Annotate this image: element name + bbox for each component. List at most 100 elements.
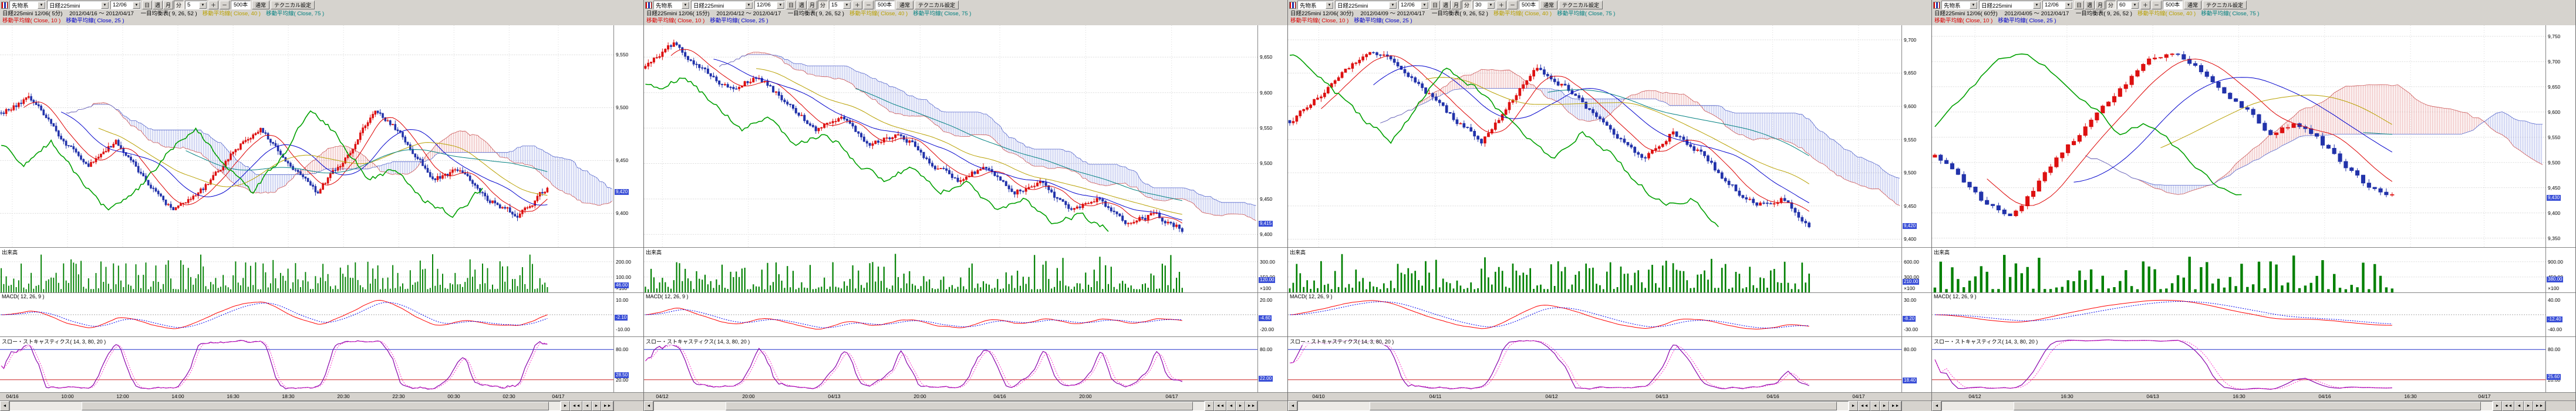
chevron-down-icon[interactable]: ▼ — [133, 2, 140, 9]
fast-left-button[interactable]: ◄◄ — [1858, 401, 1870, 411]
bars-count-box[interactable]: 500本 — [875, 1, 895, 9]
technical-settings-button[interactable]: テクニカル設定 — [2203, 1, 2247, 9]
normal-view-button[interactable]: 通常 — [2184, 1, 2201, 9]
bars-count-box[interactable]: 500本 — [2163, 1, 2183, 9]
contract-month-select[interactable]: 12/06 ▼ — [754, 1, 785, 9]
zoom-in-button[interactable]: ＋ — [1496, 1, 1506, 9]
instrument-category-select[interactable]: 先物系 ▼ — [653, 1, 690, 9]
fast-left-button[interactable]: ◄◄ — [2502, 401, 2514, 411]
zoom-out-button[interactable]: － — [864, 1, 874, 9]
stochastics-pane[interactable]: スロー・ストキャスティクス( 14, 3, 80, 20 ) 80.0020.0… — [0, 337, 643, 393]
scrollbar-track[interactable] — [1941, 401, 2493, 411]
step-left-button[interactable]: ◄ — [582, 401, 592, 411]
zoom-out-button[interactable]: － — [1508, 1, 1518, 9]
scrollbar-thumb[interactable] — [1370, 402, 1837, 410]
fast-right-button[interactable]: ►► — [2533, 401, 2545, 411]
chevron-down-icon[interactable]: ▼ — [1389, 2, 1397, 9]
scroll-left-button[interactable]: ◄ — [644, 401, 653, 411]
scrollbar-track[interactable] — [1297, 401, 1849, 411]
scrollbar-track[interactable] — [9, 401, 561, 411]
interval-select[interactable]: 5 ▼ — [185, 1, 207, 9]
zoom-out-button[interactable]: － — [2152, 1, 2162, 9]
scrollbar-thumb[interactable] — [726, 402, 1193, 410]
interval-select[interactable]: 60 ▼ — [2117, 1, 2139, 9]
fast-right-button[interactable]: ►► — [1245, 401, 1257, 411]
timeframe-button-週[interactable]: 週 — [797, 1, 807, 9]
step-left-button[interactable]: ◄ — [2514, 401, 2524, 411]
volume-pane[interactable]: 出来高 900.00450.00×100380.00 — [1932, 248, 2575, 293]
normal-view-button[interactable]: 通常 — [1540, 1, 1557, 9]
zoom-in-button[interactable]: ＋ — [208, 1, 218, 9]
chevron-down-icon[interactable]: ▼ — [1970, 2, 1977, 9]
scrollbar-thumb[interactable] — [82, 402, 549, 410]
scroll-left-button[interactable]: ◄ — [1932, 401, 1941, 411]
timeframe-button-月[interactable]: 月 — [1451, 1, 1461, 9]
contract-month-select[interactable]: 12/06 ▼ — [2042, 1, 2073, 9]
zoom-in-button[interactable]: ＋ — [852, 1, 862, 9]
macd-pane[interactable]: MACD( 12, 26, 9 ) 10.00-10.00-2.10 — [0, 293, 643, 337]
timeframe-button-日[interactable]: 日 — [786, 1, 796, 9]
scroll-right-button[interactable]: ► — [1205, 401, 1214, 411]
fast-left-button[interactable]: ◄◄ — [570, 401, 582, 411]
symbol-select[interactable]: 日経225mini ▼ — [1335, 1, 1397, 9]
step-left-button[interactable]: ◄ — [1870, 401, 1880, 411]
scrollbar-track[interactable] — [653, 401, 1205, 411]
scroll-right-button[interactable]: ► — [1849, 401, 1858, 411]
volume-pane[interactable]: 出来高 600.00300.00×100210.00 — [1288, 248, 1931, 293]
chevron-down-icon[interactable]: ▼ — [745, 2, 753, 9]
chevron-down-icon[interactable]: ▼ — [843, 2, 851, 9]
zoom-in-button[interactable]: ＋ — [2140, 1, 2150, 9]
scroll-right-button[interactable]: ► — [2493, 401, 2502, 411]
fast-right-button[interactable]: ►► — [601, 401, 613, 411]
bars-count-box[interactable]: 500本 — [231, 1, 251, 9]
scroll-left-button[interactable]: ◄ — [1288, 401, 1297, 411]
normal-view-button[interactable]: 通常 — [896, 1, 913, 9]
symbol-select[interactable]: 日経225mini ▼ — [47, 1, 109, 9]
macd-pane[interactable]: MACD( 12, 26, 9 ) 30.00-30.00-8.20 — [1288, 293, 1931, 337]
timeframe-button-月[interactable]: 月 — [807, 1, 817, 9]
chevron-down-icon[interactable]: ▼ — [1421, 2, 1428, 9]
timeframe-button-週[interactable]: 週 — [153, 1, 163, 9]
chevron-down-icon[interactable]: ▼ — [101, 2, 109, 9]
timeframe-button-分[interactable]: 分 — [174, 1, 184, 9]
volume-pane[interactable]: 出来高 200.00100.00×10046.00 — [0, 248, 643, 293]
macd-pane[interactable]: MACD( 12, 26, 9 ) 40.00-40.00-12.40 — [1932, 293, 2575, 337]
instrument-category-select[interactable]: 先物系 ▼ — [1941, 1, 1978, 9]
chevron-down-icon[interactable]: ▼ — [1487, 2, 1495, 9]
timeframe-button-分[interactable]: 分 — [2106, 1, 2116, 9]
scrollbar-thumb[interactable] — [2014, 402, 2481, 410]
chevron-down-icon[interactable]: ▼ — [38, 2, 45, 9]
stochastics-pane[interactable]: スロー・ストキャスティクス( 14, 3, 80, 20 ) 80.0020.0… — [644, 337, 1287, 393]
step-right-button[interactable]: ► — [1236, 401, 1245, 411]
symbol-select[interactable]: 日経225mini ▼ — [691, 1, 753, 9]
timeframe-button-月[interactable]: 月 — [163, 1, 173, 9]
timeframe-button-日[interactable]: 日 — [2074, 1, 2084, 9]
price-chart-pane[interactable]: 9,6509,6009,5509,5009,4509,4009,415 — [644, 25, 1287, 248]
price-chart-pane[interactable]: 9,7509,7009,6509,6009,5509,5009,4509,400… — [1932, 25, 2575, 248]
macd-pane[interactable]: MACD( 12, 26, 9 ) 20.00-20.00-4.60 — [644, 293, 1287, 337]
timeframe-button-月[interactable]: 月 — [2095, 1, 2105, 9]
fast-right-button[interactable]: ►► — [1889, 401, 1901, 411]
timeframe-button-日[interactable]: 日 — [142, 1, 152, 9]
instrument-category-select[interactable]: 先物系 ▼ — [1297, 1, 1334, 9]
contract-month-select[interactable]: 12/06 ▼ — [1398, 1, 1429, 9]
step-left-button[interactable]: ◄ — [1226, 401, 1236, 411]
step-right-button[interactable]: ► — [592, 401, 601, 411]
contract-month-select[interactable]: 12/06 ▼ — [110, 1, 141, 9]
chevron-down-icon[interactable]: ▼ — [2033, 2, 2041, 9]
chevron-down-icon[interactable]: ▼ — [2065, 2, 2072, 9]
chevron-down-icon[interactable]: ▼ — [2131, 2, 2139, 9]
interval-select[interactable]: 15 ▼ — [829, 1, 851, 9]
timeframe-button-分[interactable]: 分 — [1462, 1, 1472, 9]
timeframe-button-日[interactable]: 日 — [1430, 1, 1440, 9]
price-chart-pane[interactable]: 9,5509,5009,4509,4009,420 — [0, 25, 643, 248]
step-right-button[interactable]: ► — [1880, 401, 1889, 411]
volume-pane[interactable]: 出来高 300.00150.00×100120.00 — [644, 248, 1287, 293]
timeframe-button-週[interactable]: 週 — [2085, 1, 2095, 9]
timeframe-button-週[interactable]: 週 — [1441, 1, 1451, 9]
timeframe-button-分[interactable]: 分 — [818, 1, 828, 9]
chevron-down-icon[interactable]: ▼ — [1326, 2, 1333, 9]
chevron-down-icon[interactable]: ▼ — [682, 2, 689, 9]
normal-view-button[interactable]: 通常 — [252, 1, 269, 9]
zoom-out-button[interactable]: － — [220, 1, 230, 9]
